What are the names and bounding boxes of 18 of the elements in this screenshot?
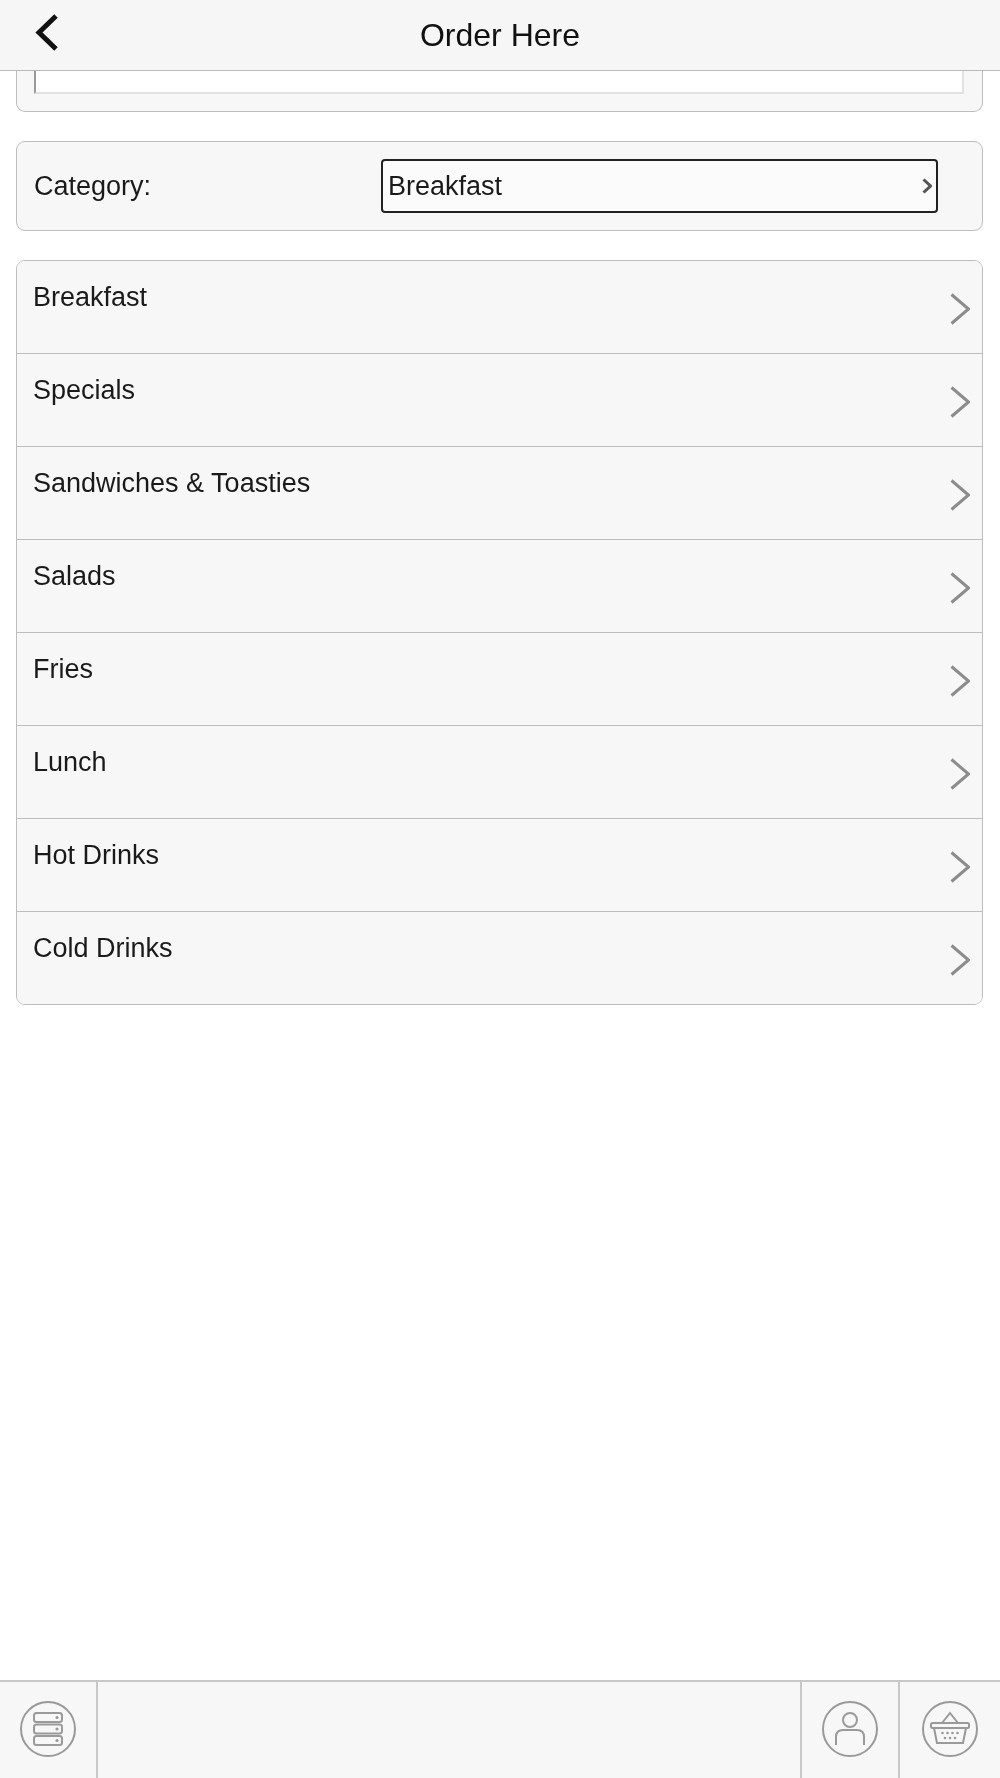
chevron-right-icon — [950, 944, 970, 976]
server-icon[interactable] — [20, 1701, 76, 1757]
chevron-right-icon — [950, 479, 970, 511]
back-icon[interactable] — [35, 14, 59, 51]
category-label: Category: — [34, 170, 153, 202]
basket-icon[interactable] — [922, 1701, 978, 1757]
chevron-right-icon — [922, 178, 932, 194]
category-select[interactable]: Breakfast — [381, 159, 938, 213]
chevron-right-icon — [950, 851, 970, 883]
page-title: Order Here — [419, 16, 580, 54]
user-icon[interactable] — [822, 1701, 878, 1757]
chevron-right-icon — [950, 293, 970, 325]
chevron-right-icon — [950, 758, 970, 790]
search-field[interactable] — [34, 71, 964, 94]
category-item[interactable]: Breakfast — [17, 261, 982, 354]
chevron-right-icon — [950, 665, 970, 697]
chevron-right-icon — [950, 572, 970, 604]
chevron-right-icon — [950, 386, 970, 418]
